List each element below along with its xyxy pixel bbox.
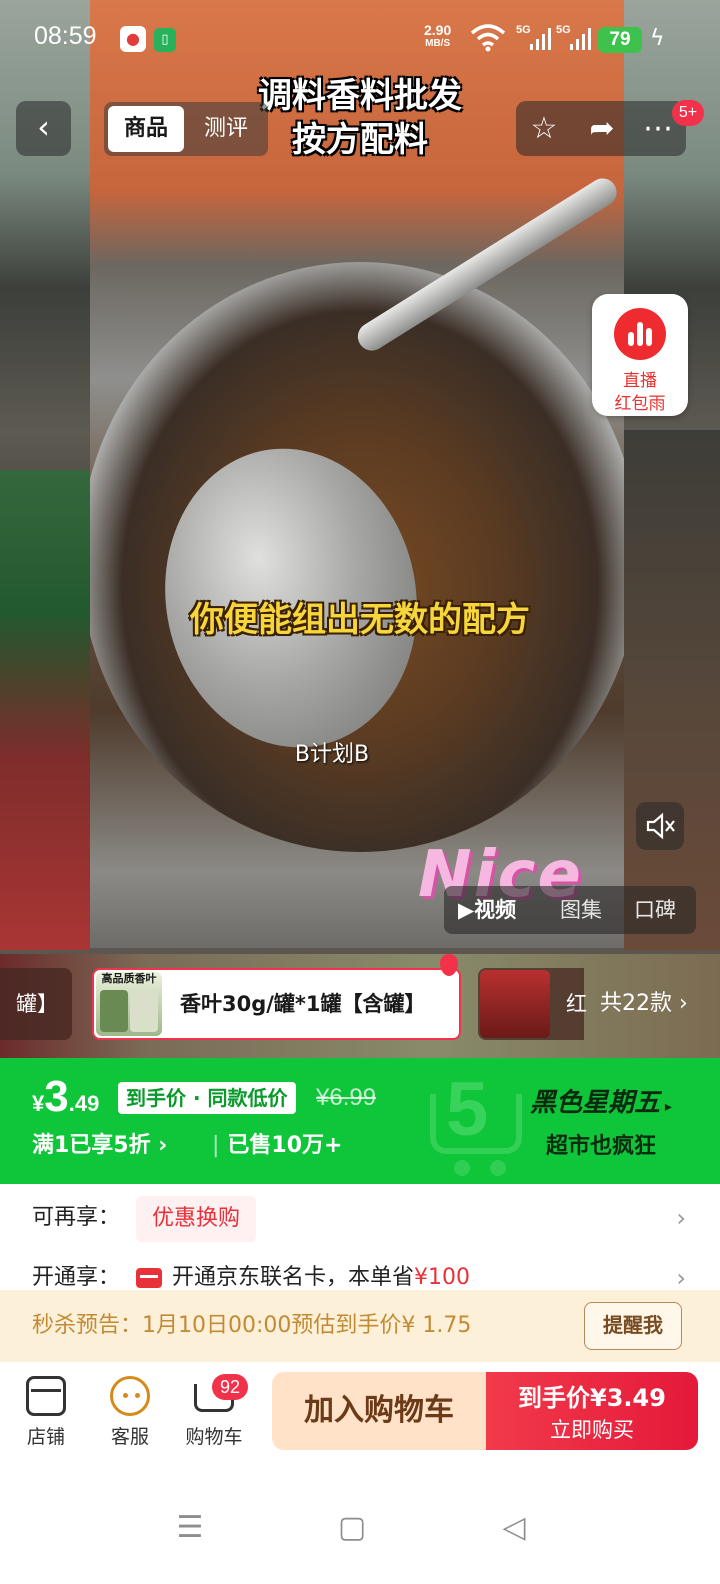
menu-icon[interactable]: ☰: [170, 1508, 210, 1548]
home-icon[interactable]: ▢: [332, 1508, 372, 1548]
live-red-envelope-widget[interactable]: 直播 红包雨: [592, 294, 688, 416]
sku-count-link[interactable]: 共22款 ›: [600, 968, 688, 1040]
system-navigation-bar: ☰ ▢ ◁: [0, 1464, 720, 1584]
price-banner: ¥3.49 到手价 · 同款低价 ¥6.99 满1已享5折 › | 已售10万+ …: [0, 1058, 720, 1184]
video-caption: 你便能组出无数的配方: [190, 600, 530, 640]
speaker-muted-icon: [646, 812, 675, 840]
header-actions: ☆ ➦ ⋯: [516, 101, 686, 156]
play-icon: ▸: [660, 1099, 672, 1115]
price-currency: ¥: [32, 1091, 45, 1116]
cell-signal-icon-1: 5G: [516, 24, 556, 52]
live-bars-icon: [614, 308, 666, 360]
sku-selector: 罐】 高品质香叶 香叶30g/罐*1罐【含罐】 红 共22款 ›: [0, 954, 720, 1058]
buy-now-button[interactable]: 到手价¥3.49 立即购买: [486, 1372, 698, 1450]
network-speed-value: 2.90: [424, 22, 452, 38]
sku-option-prev[interactable]: 罐】: [0, 968, 72, 1040]
card-offer-desc: 开通京东联名卡，本单省: [172, 1265, 415, 1290]
sku-option-next[interactable]: 红: [478, 968, 587, 1040]
sku-option-selected[interactable]: 高品质香叶 香叶30g/罐*1罐【含罐】: [92, 968, 461, 1040]
battery-saver-icon: ▯: [154, 28, 176, 52]
chevron-right-icon: ›: [158, 1133, 168, 1158]
promo-title: 黑色星期五: [530, 1088, 661, 1118]
share-icon[interactable]: ➦: [584, 111, 620, 147]
top-tabs: 商品 测评: [104, 102, 268, 156]
price-integer: 3: [44, 1072, 69, 1121]
shop-icon: [26, 1376, 66, 1416]
status-bar: 08:59 ● ▯ 2.90 MB/S 5G 5G 79 ϟ: [0, 0, 720, 78]
media-side-blur-right: [624, 430, 720, 950]
media-tab-gallery[interactable]: 图集: [560, 886, 602, 934]
chevron-left-icon: ‹: [37, 108, 50, 146]
chevron-right-icon: ›: [676, 1204, 686, 1232]
sku-selected-label: 香叶30g/罐*1罐【含罐】: [180, 992, 426, 1016]
sku-next-label: 红: [566, 992, 587, 1016]
discount-label: 满1已享5折: [32, 1133, 151, 1158]
tab-review[interactable]: 测评: [188, 106, 264, 152]
cart-label: 购物车: [185, 1426, 243, 1448]
live-widget-line-1: 直播: [623, 371, 657, 391]
sku-thumbnail: 高品质香叶: [96, 972, 162, 1036]
promo-title-link[interactable]: 黑色星期五 ▸: [530, 1082, 672, 1119]
buy-now-price: 到手价¥3.49: [518, 1384, 666, 1412]
customer-service-button[interactable]: 客服: [90, 1372, 170, 1458]
extra-offer-label: 可再享：: [32, 1205, 121, 1230]
battery-icon: 79: [598, 27, 642, 53]
credit-card-icon: [136, 1268, 162, 1288]
signal-2-label: 5G: [556, 24, 571, 36]
price-decimal: .49: [68, 1091, 100, 1116]
app-notification-icon: ●: [120, 26, 146, 52]
extra-offer-row[interactable]: 可再享： 优惠换购 ›: [0, 1188, 720, 1248]
wifi-icon: [470, 24, 506, 52]
media-tabs: ▶视频 图集 口碑: [444, 886, 696, 934]
shop-button[interactable]: 店铺: [6, 1372, 86, 1458]
mute-button[interactable]: [636, 802, 684, 850]
trade-in-coupon[interactable]: 优惠换购: [136, 1196, 257, 1242]
remind-me-button[interactable]: 提醒我: [584, 1302, 682, 1350]
tab-product[interactable]: 商品: [108, 106, 184, 152]
network-speed-unit: MB/S: [425, 38, 451, 49]
discount-link[interactable]: 满1已享5折 ›: [32, 1130, 167, 1162]
shop-label: 店铺: [26, 1426, 65, 1448]
flash-sale-preview: 秒杀预告：1月10日00:00预估到手价¥ 1.75 提醒我: [0, 1290, 720, 1362]
media-side-blur-left: [0, 470, 90, 950]
play-icon: ▶: [458, 898, 475, 922]
sold-count: | 已售10万+: [212, 1133, 343, 1158]
service-chat-icon: [110, 1376, 150, 1416]
flash-sale-text: 秒杀预告：1月10日00:00预估到手价¥ 1.75: [32, 1313, 472, 1338]
sold-count-label: 已售10万+: [227, 1133, 343, 1158]
network-speed: 2.90 MB/S: [424, 22, 452, 50]
chevron-right-icon: ›: [679, 991, 688, 1016]
live-widget-line-2: 红包雨: [614, 394, 666, 414]
add-to-cart-button[interactable]: 加入购物车: [272, 1372, 486, 1450]
service-label: 客服: [110, 1426, 149, 1448]
promo-cart-graphic: 5: [424, 1064, 534, 1178]
media-tab-reviews[interactable]: 口碑: [634, 886, 676, 934]
star-icon[interactable]: ☆: [526, 111, 562, 147]
more-icon[interactable]: ⋯: [640, 111, 676, 147]
final-price: ¥3.49: [32, 1072, 99, 1122]
card-offer-amount: ¥100: [414, 1265, 471, 1290]
status-time: 08:59: [34, 22, 97, 50]
signal-1-label: 5G: [516, 24, 531, 36]
promo-subtitle: 超市也疯狂: [546, 1134, 657, 1159]
back-triangle-icon[interactable]: ◁: [494, 1508, 534, 1548]
media-tab-video[interactable]: ▶视频: [458, 886, 516, 934]
back-button[interactable]: ‹: [16, 101, 71, 156]
lightning-icon: ϟ: [650, 26, 665, 51]
media-tab-video-label: 视频: [474, 898, 517, 922]
sku-thumbnail-caption: 高品质香叶: [101, 972, 157, 985]
more-badge: 5+: [672, 100, 704, 126]
sku-count-label: 共22款: [600, 991, 672, 1016]
video-subtitle: B计划B: [294, 742, 370, 767]
cart-badge: 92: [212, 1374, 248, 1400]
sku-next-thumbnail: [480, 970, 550, 1038]
cell-signal-icon-2: 5G: [556, 24, 596, 52]
price-tag: 到手价 · 同款低价: [118, 1082, 296, 1114]
buy-now-label: 立即购买: [550, 1418, 634, 1442]
original-price: ¥6.99: [316, 1084, 377, 1111]
